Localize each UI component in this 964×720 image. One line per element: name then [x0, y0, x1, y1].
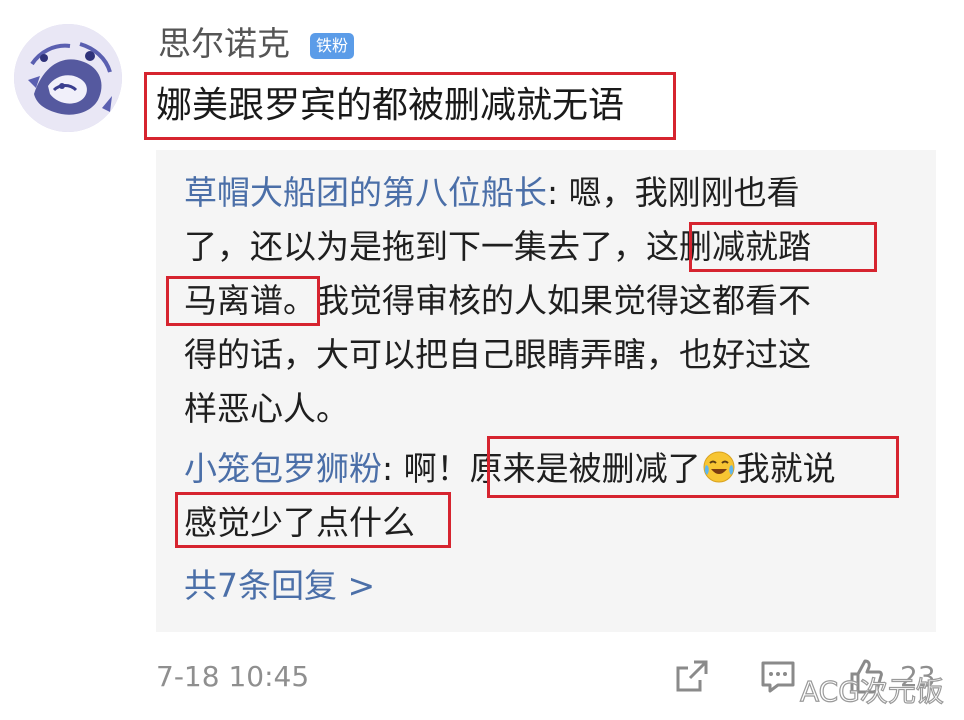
fan-badge: 铁粉	[310, 33, 355, 59]
username[interactable]: 思尔诺克	[158, 22, 290, 66]
reply-1-line-2: 了，还以为是拖到下一集去了，这删减就踏	[184, 227, 811, 266]
avatar[interactable]	[14, 24, 122, 132]
timestamp: 7-18 10:45	[156, 660, 310, 693]
reply-1-line-5: 样恶心人。	[184, 389, 349, 428]
reply-1-line-4: 得的话，大可以把自己眼睛弄瞎，也好过这	[184, 335, 811, 374]
reply-2-line-2: 感觉少了点什么	[184, 503, 415, 542]
reply-2-text-start: : 啊！原来是被删减了	[382, 449, 701, 488]
reply-2-text-end: 我就说	[736, 449, 836, 488]
reply-2-username[interactable]: 小笼包罗狮粉	[184, 449, 382, 488]
view-more-replies-link[interactable]: 共7条回复 >	[184, 562, 375, 610]
share-icon[interactable]	[672, 656, 712, 696]
reply-1-username[interactable]: 草帽大船团的第八位船长	[184, 173, 547, 212]
reply-1-line-3: 马离谱。我觉得审核的人如果觉得这都看不	[184, 281, 811, 320]
avatar-dragon-image	[14, 24, 122, 132]
reply-1-line-1: 草帽大船团的第八位船长: 嗯，我刚刚也看	[184, 168, 800, 218]
comment-icon[interactable]	[758, 656, 798, 696]
comment-card: 思尔诺克 铁粉 娜美跟罗宾的都被删减就无语 草帽大船团的第八位船长: 嗯，我刚刚…	[0, 0, 964, 720]
laughing-crying-emoji-icon	[703, 451, 735, 483]
reply-2-line-1: 小笼包罗狮粉: 啊！原来是被删减了 我就说	[184, 444, 836, 494]
watermark: ACG次元饭	[799, 674, 944, 708]
comment-text: 娜美跟罗宾的都被删减就无语	[156, 85, 625, 126]
reply-1-text-start: : 嗯，我刚刚也看	[547, 173, 800, 212]
